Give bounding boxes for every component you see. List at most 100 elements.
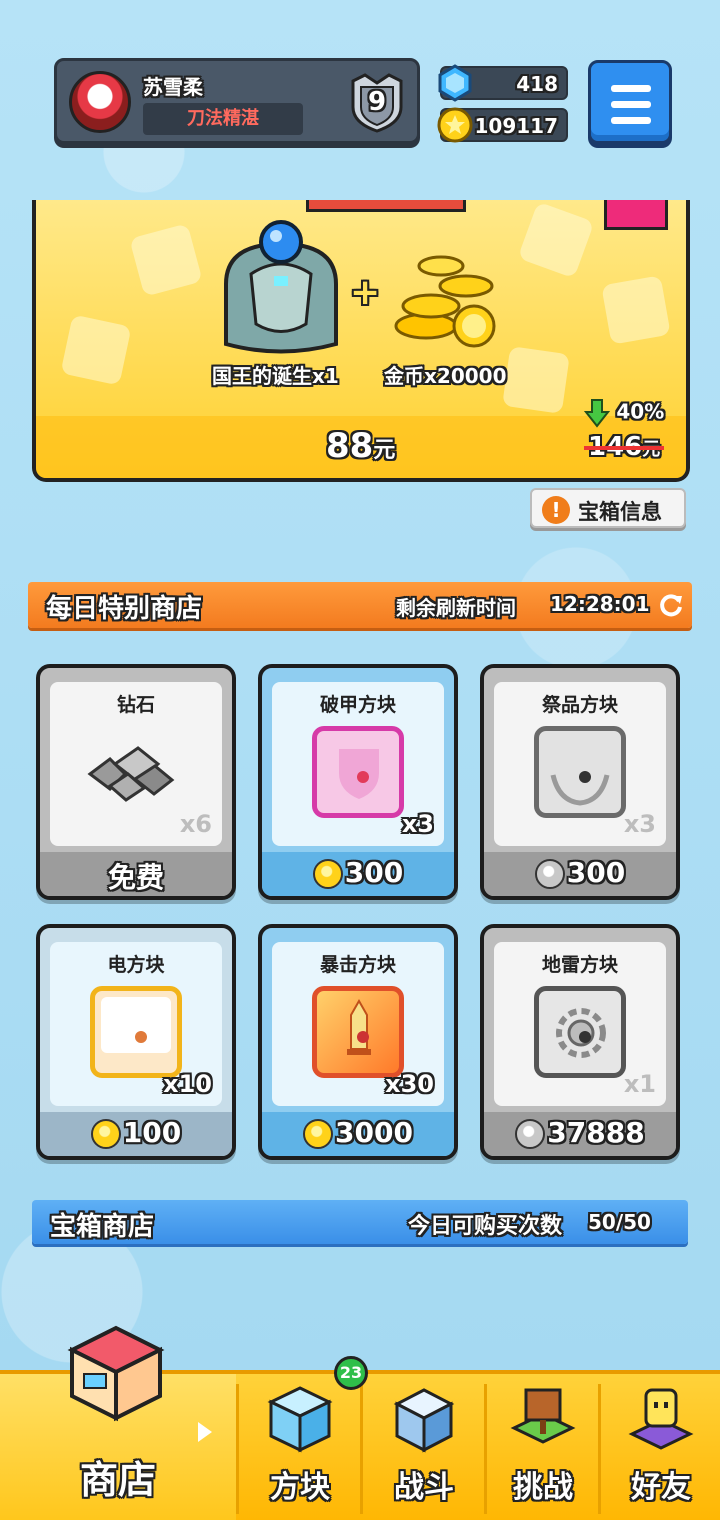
bundle-original-price: 146元 xyxy=(584,432,665,462)
nav-tab-blocks[interactable]: 方块 xyxy=(240,1374,360,1520)
item-preview: 祭品方块 x3 xyxy=(494,682,666,846)
bundle-price[interactable]: 88元 xyxy=(326,426,395,466)
bundle-price-unit: 元 xyxy=(373,438,396,463)
item-quantity: x30 xyxy=(385,1070,434,1098)
gold-coin-icon xyxy=(90,1119,121,1149)
menu-icon-line xyxy=(611,117,651,124)
friends-icon xyxy=(628,1388,694,1450)
menu-icon-line xyxy=(611,85,651,92)
silver-coin-icon xyxy=(515,1119,546,1149)
nav-divider xyxy=(360,1384,363,1514)
item-price-bar[interactable]: 3000 xyxy=(262,1112,454,1156)
nav-tab-battle[interactable]: 战斗 xyxy=(364,1374,484,1520)
dice-decoration xyxy=(601,275,671,345)
item-name: 钻石 xyxy=(116,694,155,716)
block-center-dot xyxy=(579,771,591,783)
refresh-icon[interactable] xyxy=(658,592,684,618)
item-quantity: x10 xyxy=(163,1070,212,1098)
shop-item-electric-block[interactable]: 电方块 x10 100 xyxy=(36,924,236,1160)
dice-decoration xyxy=(502,346,570,414)
menu-button[interactable] xyxy=(588,60,672,144)
item-price: 37888 xyxy=(547,1116,645,1149)
refresh-timer: 12:28:01 xyxy=(550,592,650,616)
dice-decoration xyxy=(60,314,132,386)
item-price-bar[interactable]: 免费 xyxy=(40,852,232,896)
gem-counter[interactable]: 418 xyxy=(438,64,568,102)
item-price: 免费 xyxy=(107,861,164,894)
item-price-bar[interactable]: 100 xyxy=(40,1112,232,1156)
chest-info-button[interactable]: ! 宝箱信息 xyxy=(530,488,686,528)
diamond-pile-icon xyxy=(87,746,175,802)
chest-shop-header: 宝箱商店 今日可购买次数 50/50 xyxy=(32,1200,688,1244)
block-center-dot xyxy=(357,1031,369,1043)
dice-decoration xyxy=(517,201,595,279)
shop-item-armor-break-block[interactable]: 破甲方块 x3 300 xyxy=(258,664,458,900)
item-price-row: 3000 xyxy=(262,1116,454,1149)
item-price-bar[interactable]: 37888 xyxy=(484,1112,676,1156)
item-price: 100 xyxy=(122,1116,182,1149)
exclamation-icon: ! xyxy=(542,496,570,524)
shop-icon xyxy=(67,1325,165,1422)
armor-break-block-icon xyxy=(312,726,404,818)
coin-counter[interactable]: 109117 xyxy=(437,107,568,143)
purchase-limit-count: 50/50 xyxy=(588,1210,651,1234)
bottom-nav: 商店 方块 战斗 挑战 好友 xyxy=(0,1325,720,1520)
rank-badge[interactable]: 9 xyxy=(345,71,409,133)
item-quantity: x1 xyxy=(623,1070,656,1098)
item-price: 300 xyxy=(566,856,626,889)
player-title: 刀法精湛 xyxy=(143,103,303,135)
item-preview: 电方块 x10 xyxy=(50,942,222,1106)
critical-block-icon xyxy=(312,986,404,1078)
item-name: 地雷方块 xyxy=(541,954,618,976)
bundle-item-2-label: 金币x20000 xyxy=(384,364,507,388)
purchase-limit-label: 今日可购买次数 xyxy=(408,1214,563,1239)
chest-shop-title: 宝箱商店 xyxy=(50,1212,155,1242)
banner-tag xyxy=(604,200,668,230)
silver-coin-icon xyxy=(534,859,565,889)
shop-item-diamond[interactable]: 钻石 x6 免费 xyxy=(36,664,236,900)
featured-bundle-banner[interactable]: + 国王的诞生x1 金币x20000 40% 88元 146元 xyxy=(32,200,690,482)
item-name: 暴击方块 xyxy=(319,954,396,976)
coin-count: 109117 xyxy=(474,114,559,138)
nav-divider xyxy=(484,1384,487,1514)
player-name: 苏雪柔 xyxy=(143,75,203,99)
player-profile-panel[interactable]: 苏雪柔 刀法精湛 9 xyxy=(54,58,420,144)
gold-coin-icon xyxy=(303,1119,334,1149)
mine-block-icon xyxy=(534,986,626,1078)
nav-tab-shop[interactable]: 商店 xyxy=(0,1325,236,1520)
nav-divider xyxy=(236,1384,239,1514)
item-price-bar[interactable]: 300 xyxy=(262,852,454,896)
nav-tab-challenge[interactable]: 挑战 xyxy=(488,1374,598,1520)
nav-arrow-icon xyxy=(198,1422,212,1442)
item-preview: 暴击方块 x30 xyxy=(272,942,444,1106)
refresh-label: 剩余刷新时间 xyxy=(396,596,516,620)
nav-label-challenge: 挑战 xyxy=(513,1470,573,1505)
item-preview: 破甲方块 x3 xyxy=(272,682,444,846)
challenge-sign-icon xyxy=(510,1388,576,1444)
gold-coin-icon xyxy=(312,859,343,889)
shop-item-critical-block[interactable]: 暴击方块 x30 3000 xyxy=(258,924,458,1160)
item-price-bar[interactable]: 300 xyxy=(484,852,676,896)
item-price-row: 37888 xyxy=(484,1116,676,1149)
down-arrow-icon xyxy=(583,399,611,428)
gold-coins-pile-icon xyxy=(394,255,496,348)
item-preview: 钻石 x6 xyxy=(50,682,222,846)
item-name: 电方块 xyxy=(107,954,165,976)
shop-item-mine-block[interactable]: 地雷方块 x1 37888 xyxy=(480,924,680,1160)
discount-badge: 40% xyxy=(583,398,664,428)
shop-item-offering-block[interactable]: 祭品方块 x3 300 xyxy=(480,664,680,900)
plus-icon: + xyxy=(350,272,381,313)
nav-divider xyxy=(598,1384,601,1514)
offering-block-icon xyxy=(534,726,626,818)
rank-number: 9 xyxy=(367,87,387,117)
item-name: 破甲方块 xyxy=(319,694,396,716)
item-price-row: 300 xyxy=(484,856,676,889)
blocks-notification-badge: 23 xyxy=(334,1356,368,1390)
daily-shop-title: 每日特别商店 xyxy=(46,594,203,624)
chest-info-label: 宝箱信息 xyxy=(578,500,662,524)
bundle-item-1-label: 国王的诞生x1 xyxy=(212,364,339,388)
player-avatar[interactable] xyxy=(69,71,131,133)
item-quantity: x6 xyxy=(179,810,212,838)
nav-tab-friends[interactable]: 好友 xyxy=(602,1374,720,1520)
bundle-price-value: 88 xyxy=(326,426,374,466)
